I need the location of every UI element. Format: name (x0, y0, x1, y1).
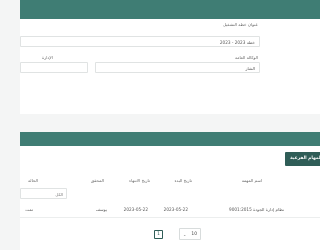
plan-name-value: خطة 2023 - 2023 (219, 39, 255, 45)
cell-start-date: 2023-05-22 (163, 207, 188, 212)
column-header-assignee: المحقق (90, 178, 104, 183)
row-divider (20, 217, 320, 218)
top-header-bar (20, 0, 320, 19)
plan-name-field[interactable]: خطة 2023 - 2023 (20, 36, 260, 47)
column-header-task-name: اسم المهمة (241, 178, 262, 183)
status-filter-value: الكل (55, 191, 63, 197)
section-header-bar (20, 132, 320, 146)
agency-value: الشار (245, 65, 255, 71)
cell-task-name[interactable]: نظام إدارة الجودة 9001:2015 (229, 207, 284, 212)
page-size-select[interactable]: 10 ⌄ (179, 228, 201, 240)
chevron-down-icon: ⌄ (183, 231, 187, 237)
cell-assignee: يوسف (95, 207, 107, 212)
status-filter[interactable]: الكل (20, 188, 67, 199)
agency-field[interactable]: الشار (95, 62, 260, 73)
sub-tasks-button[interactable]: المهام الفرعية (285, 152, 320, 166)
column-header-end-date: تاريخ الانتهاء (129, 178, 150, 183)
cell-status: تمت (25, 207, 33, 212)
page-number-button[interactable]: 1 (154, 230, 163, 239)
page-size-value: 10 (191, 232, 197, 237)
plan-name-label: عنوان خطة التشغيل (223, 22, 258, 27)
department-label: الإدارة (42, 55, 53, 60)
agency-label: الوكالة العامة (235, 55, 258, 60)
department-field[interactable] (20, 62, 88, 73)
column-header-status: الحالة (28, 178, 38, 183)
column-header-start-date: تاريخ البدء (174, 178, 192, 183)
cell-end-date: 2023-05-22 (123, 207, 148, 212)
